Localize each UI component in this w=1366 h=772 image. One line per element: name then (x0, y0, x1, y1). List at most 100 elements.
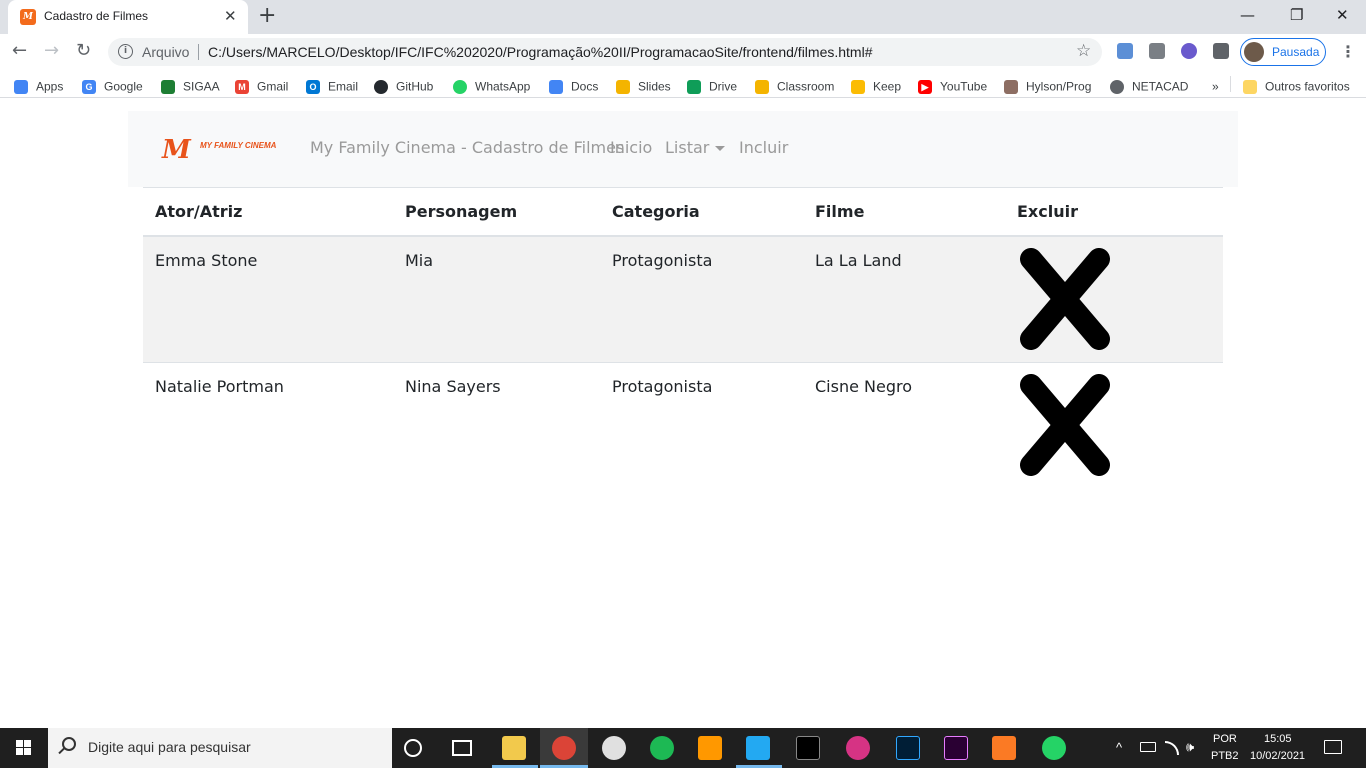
notifications-icon[interactable] (1324, 740, 1342, 754)
language-top[interactable]: POR (1213, 733, 1237, 745)
xampp-icon[interactable] (992, 736, 1016, 760)
taskbar-app-chrome[interactable] (540, 728, 588, 768)
caret-down-icon (715, 146, 726, 151)
close-tab-icon[interactable]: ✕ (224, 8, 237, 24)
nav-link-home[interactable]: Inicio (610, 138, 652, 157)
more-menu-icon[interactable]: ⋮ (1340, 42, 1356, 62)
extension-icon[interactable] (1149, 43, 1165, 59)
taskbar-search[interactable]: Digite aqui para pesquisar (48, 728, 392, 768)
spotify-icon[interactable] (650, 736, 674, 760)
info-icon[interactable]: i (118, 44, 133, 59)
bookmarks-overflow-button[interactable]: » (1212, 76, 1219, 94)
brand-mark: M (162, 135, 191, 165)
cortana-icon[interactable] (404, 739, 422, 757)
docs-icon (549, 79, 563, 94)
bookmark-slides[interactable]: Slides (616, 76, 671, 94)
site-title[interactable]: My Family Cinema - Cadastro de Filmes (310, 138, 624, 157)
tab-strip: M Cadastro de Filmes ✕ + — ❐ ✕ (0, 0, 1366, 34)
cell-actor: Natalie Portman (155, 377, 284, 396)
nav-dropdown-list[interactable]: Listar (665, 138, 726, 157)
nav-link-add[interactable]: Incluir (739, 138, 788, 157)
wifi-icon[interactable] (1165, 741, 1179, 755)
tab-title: Cadastro de Filmes (44, 9, 149, 23)
column-header-actor: Ator/Atriz (155, 202, 243, 221)
gimp-icon[interactable] (602, 736, 626, 760)
table-row: Natalie Portman Nina Sayers Protagonista… (143, 363, 1223, 489)
bookmark-docs[interactable]: Docs (549, 76, 598, 94)
battery-icon[interactable] (1140, 742, 1156, 752)
column-header-category: Categoria (612, 202, 700, 221)
bookmark-netacad[interactable]: NETACAD (1110, 76, 1188, 94)
sublime-text-icon[interactable] (698, 736, 722, 760)
close-window-button[interactable]: ✕ (1336, 6, 1349, 24)
profile-button[interactable]: Pausada (1240, 38, 1326, 66)
chrome-icon (552, 736, 576, 760)
new-tab-button[interactable]: + (258, 5, 276, 27)
cell-movie: Cisne Negro (815, 377, 913, 396)
delete-x-icon (1020, 374, 1110, 476)
brand-name: MY FAMILY CINEMA (200, 141, 277, 150)
back-arrow-icon[interactable]: ← (12, 40, 27, 62)
bookmark-youtube[interactable]: ▶ YouTube (918, 76, 987, 94)
bookmark-keep[interactable]: Keep (851, 76, 901, 94)
clock-time[interactable]: 15:05 (1264, 733, 1292, 745)
restore-button[interactable]: ❐ (1290, 6, 1303, 24)
brand-logo[interactable]: M MY FAMILY CINEMA (162, 135, 276, 165)
url-text[interactable]: C:/Users/MARCELO/Desktop/IFC/IFC%202020/… (208, 44, 873, 60)
nav-list-label: Listar (665, 138, 710, 157)
bookmark-whatsapp[interactable]: WhatsApp (453, 76, 530, 94)
delete-x-icon (1020, 248, 1110, 350)
volume-icon[interactable]: 🕪 (1186, 739, 1194, 755)
table-row: Emma Stone Mia Protagonista La La Land (143, 237, 1223, 363)
bookmark-email[interactable]: O Email (306, 76, 358, 94)
bookmark-sigaa[interactable]: SIGAA (161, 76, 220, 94)
delete-row-button[interactable] (1017, 245, 1117, 355)
bookmarks-divider (1230, 76, 1231, 92)
bookmark-classroom[interactable]: Classroom (755, 76, 834, 94)
address-bar[interactable]: i Arquivo C:/Users/MARCELO/Desktop/IFC/I… (108, 38, 1102, 66)
terminal-icon[interactable] (796, 736, 820, 760)
clock-date[interactable]: 10/02/2021 (1250, 750, 1305, 762)
bookmark-google[interactable]: G Google (82, 76, 143, 94)
windows-taskbar: Digite aqui para pesquisar ^ 🕪 POR PTB2 … (0, 728, 1366, 768)
puzzle-extensions-icon[interactable] (1213, 43, 1229, 59)
premiere-icon[interactable] (944, 736, 968, 760)
vscode-icon[interactable] (746, 736, 770, 760)
google-icon: G (82, 79, 96, 94)
forward-arrow-icon[interactable]: → (44, 40, 59, 62)
browser-tab[interactable]: M Cadastro de Filmes ✕ (8, 0, 248, 34)
profile-photo-icon (1004, 79, 1018, 94)
minimize-button[interactable]: — (1240, 6, 1255, 24)
extension-icon[interactable] (1117, 43, 1133, 59)
cell-category: Protagonista (612, 251, 713, 270)
site-favicon-icon: M (20, 9, 36, 25)
security-label: Arquivo (142, 44, 190, 60)
whatsapp-desktop-icon[interactable] (1042, 736, 1066, 760)
sigaa-icon (161, 79, 175, 94)
language-bottom[interactable]: PTB2 (1211, 750, 1239, 762)
cell-character: Mia (405, 251, 434, 270)
keep-icon (851, 79, 865, 94)
reload-icon[interactable]: ↻ (76, 40, 91, 62)
bookmark-other-favorites[interactable]: Outros favoritos (1243, 76, 1350, 94)
bookmark-hylson-prog[interactable]: Hylson/Prog (1004, 76, 1091, 94)
omnibox-divider (198, 44, 199, 60)
cell-actor: Emma Stone (155, 251, 258, 270)
start-button[interactable] (0, 728, 48, 768)
bookmark-drive[interactable]: Drive (687, 76, 737, 94)
whatsapp-icon (453, 79, 467, 94)
task-view-icon[interactable] (452, 740, 472, 756)
bookmark-github[interactable]: GitHub (374, 76, 433, 94)
bookmark-gmail[interactable]: M Gmail (235, 76, 288, 94)
bookmark-star-icon[interactable]: ☆ (1076, 41, 1091, 61)
bookmark-apps[interactable]: Apps (14, 76, 63, 94)
search-placeholder: Digite aqui para pesquisar (88, 739, 251, 755)
creative-cloud-icon[interactable] (846, 736, 870, 760)
delete-row-button[interactable] (1017, 371, 1117, 481)
youtube-icon: ▶ (918, 79, 932, 94)
folder-icon (1243, 79, 1257, 94)
file-explorer-icon[interactable] (502, 736, 526, 760)
photoshop-icon[interactable] (896, 736, 920, 760)
extension-icon[interactable] (1181, 43, 1197, 59)
tray-overflow-icon[interactable]: ^ (1116, 740, 1122, 755)
